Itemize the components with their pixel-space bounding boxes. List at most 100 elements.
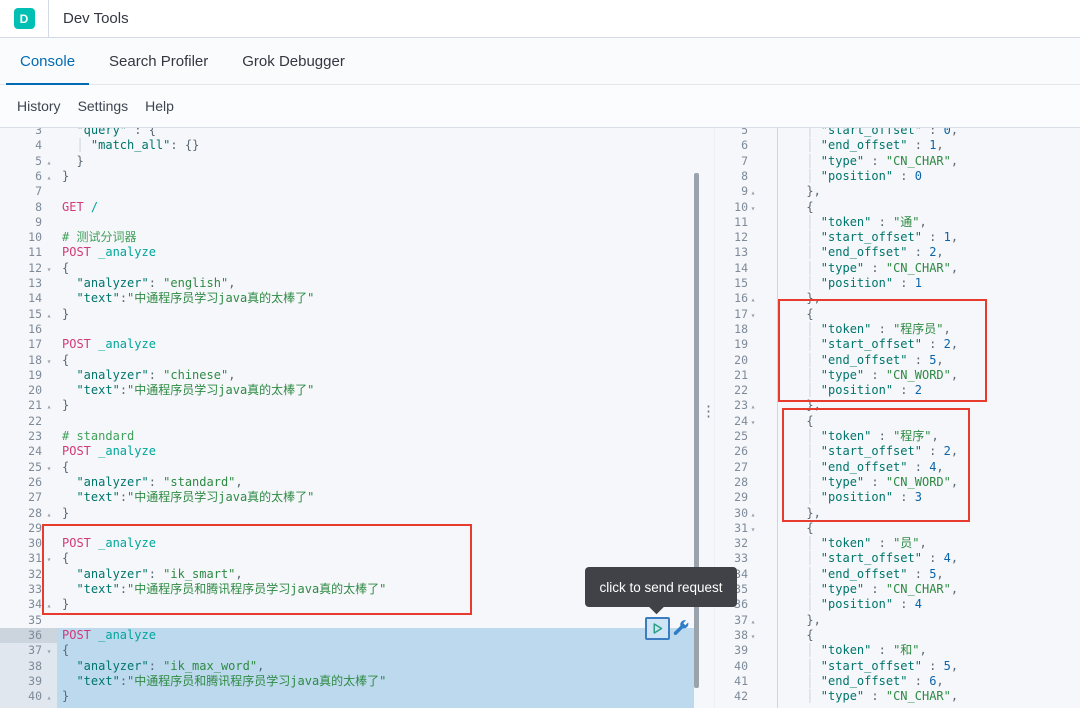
fold-toggle-icon[interactable]: ▴ <box>748 292 758 307</box>
code-line-response-9[interactable]: 9 ▴ }, <box>715 184 1080 199</box>
code-line-response-29[interactable]: 29 │ "position" : 3 <box>715 490 1080 505</box>
code-line-response-27[interactable]: 27 │ "end_offset" : 4, <box>715 460 1080 475</box>
code-line-response-18[interactable]: 18 │ "token" : "程序员", <box>715 322 1080 337</box>
response-output-panel[interactable]: 5 │ "start_offset" : 0, 6 │ "end_offset" … <box>714 128 1080 708</box>
code-line-response-35[interactable]: 35 │ "type" : "CN_CHAR", <box>715 582 1080 597</box>
fold-toggle-icon[interactable]: ▴ <box>42 170 56 185</box>
code-line-response-19[interactable]: 19 │ "start_offset" : 2, <box>715 337 1080 352</box>
send-request-button[interactable] <box>645 617 670 640</box>
code-line-response-42[interactable]: 42 │ "type" : "CN_CHAR", <box>715 689 1080 704</box>
code-line-request-10[interactable]: 10 # 测试分词器 <box>0 230 700 245</box>
request-editor-panel[interactable]: 3 "query" : {4 │ "match_all": {} 5 ▴ } 6 ▴} 7… <box>0 128 700 708</box>
code-line-response-15[interactable]: 15 │ "position" : 1 <box>715 276 1080 291</box>
code-line-request-31[interactable]: 31 ▾ { <box>0 551 700 566</box>
code-line-response-33[interactable]: 33 │ "start_offset" : 4, <box>715 551 1080 566</box>
code-line-request-3[interactable]: 3 "query" : { <box>0 128 700 138</box>
code-line-response-7[interactable]: 7 │ "type" : "CN_CHAR", <box>715 154 1080 169</box>
dev-tools-logo-icon[interactable]: D <box>13 8 35 29</box>
code-line-request-4[interactable]: 4 │ "match_all": {} <box>0 138 700 153</box>
code-line-response-24[interactable]: 24 ▾ { <box>715 414 1080 429</box>
code-line-request-13[interactable]: 13 "analyzer": "english", <box>0 276 700 291</box>
code-line-request-25[interactable]: 25 ▾ { <box>0 460 700 475</box>
fold-toggle-icon[interactable]: ▾ <box>748 201 758 216</box>
code-line-response-17[interactable]: 17 ▾ { <box>715 307 1080 322</box>
code-line-request-39[interactable]: 39 "text":"中通程序员和腾讯程序员学习java真的太棒了" <box>0 674 700 689</box>
fold-toggle-icon[interactable]: ▴ <box>42 690 56 705</box>
code-line-request-8[interactable]: 8 GET / <box>0 200 700 215</box>
code-line-request-40[interactable]: 40 ▴} <box>0 689 700 704</box>
code-line-response-36[interactable]: 36 │ "position" : 4 <box>715 597 1080 612</box>
fold-toggle-icon[interactable]: ▴ <box>42 308 56 323</box>
code-line-request-17[interactable]: 17 POST _analyze <box>0 337 700 352</box>
code-line-request-19[interactable]: 19 "analyzer": "chinese", <box>0 368 700 383</box>
tab-search-profiler[interactable]: Search Profiler <box>95 38 222 84</box>
fold-toggle-icon[interactable]: ▾ <box>748 415 758 430</box>
code-line-response-10[interactable]: 10 ▾ { <box>715 200 1080 215</box>
fold-toggle-icon[interactable]: ▾ <box>748 522 758 537</box>
code-line-response-23[interactable]: 23 ▴ }, <box>715 398 1080 413</box>
code-line-request-15[interactable]: 15 ▴} <box>0 307 700 322</box>
menu-item-history[interactable]: History <box>17 98 61 114</box>
fold-toggle-icon[interactable]: ▾ <box>42 552 56 567</box>
fold-toggle-icon[interactable]: ▾ <box>42 262 56 277</box>
code-line-response-28[interactable]: 28 │ "type" : "CN_WORD", <box>715 475 1080 490</box>
code-line-response-30[interactable]: 30 ▴ }, <box>715 506 1080 521</box>
editor-scrollbar[interactable] <box>694 173 699 688</box>
tab-console[interactable]: Console <box>6 38 90 85</box>
code-line-request-37[interactable]: 37 ▾ { <box>0 643 700 658</box>
code-line-request-38[interactable]: 38 "analyzer": "ik_max_word", <box>0 659 700 674</box>
panel-splitter[interactable]: ⋮ <box>699 128 716 708</box>
code-line-response-14[interactable]: 14 │ "type" : "CN_CHAR", <box>715 261 1080 276</box>
code-line-request-14[interactable]: 14 "text":"中通程序员学习java真的太棒了" <box>0 291 700 306</box>
code-line-response-5[interactable]: 5 │ "start_offset" : 0, <box>715 128 1080 138</box>
logo-container[interactable]: D <box>0 0 49 37</box>
request-options-button[interactable] <box>672 619 691 638</box>
menu-item-settings[interactable]: Settings <box>78 98 129 114</box>
code-line-request-5[interactable]: 5 ▴ } <box>0 154 700 169</box>
fold-toggle-icon[interactable]: ▴ <box>42 155 56 170</box>
code-line-request-18[interactable]: 18 ▾ { <box>0 353 700 368</box>
fold-toggle-icon[interactable]: ▾ <box>42 644 56 659</box>
code-line-response-38[interactable]: 38 ▾ { <box>715 628 1080 643</box>
fold-toggle-icon[interactable]: ▴ <box>42 399 56 414</box>
code-line-response-41[interactable]: 41 │ "end_offset" : 6, <box>715 674 1080 689</box>
code-line-request-35[interactable]: 35 <box>0 613 700 628</box>
code-line-request-29[interactable]: 29 <box>0 521 700 536</box>
code-line-request-23[interactable]: 23 # standard <box>0 429 700 444</box>
code-line-response-22[interactable]: 22 │ "position" : 2 <box>715 383 1080 398</box>
code-line-response-6[interactable]: 6 │ "end_offset" : 1, <box>715 138 1080 153</box>
menu-item-help[interactable]: Help <box>145 98 174 114</box>
code-line-request-9[interactable]: 9 <box>0 215 700 230</box>
code-line-request-36[interactable]: 36 POST _analyze <box>0 628 700 643</box>
code-line-response-26[interactable]: 26 │ "start_offset" : 2, <box>715 444 1080 459</box>
code-line-response-32[interactable]: 32 │ "token" : "员", <box>715 536 1080 551</box>
fold-toggle-icon[interactable]: ▾ <box>748 308 758 323</box>
tab-grok-debugger[interactable]: Grok Debugger <box>228 38 359 84</box>
code-line-response-37[interactable]: 37 ▴ }, <box>715 613 1080 628</box>
code-line-request-11[interactable]: 11 POST _analyze <box>0 245 700 260</box>
code-line-response-34[interactable]: 34 │ "end_offset" : 5, <box>715 567 1080 582</box>
fold-toggle-icon[interactable]: ▴ <box>42 507 56 522</box>
code-line-request-12[interactable]: 12 ▾ { <box>0 261 700 276</box>
fold-toggle-icon[interactable]: ▾ <box>42 354 56 369</box>
code-line-response-16[interactable]: 16 ▴ }, <box>715 291 1080 306</box>
code-line-response-12[interactable]: 12 │ "start_offset" : 1, <box>715 230 1080 245</box>
code-line-request-16[interactable]: 16 <box>0 322 700 337</box>
code-line-response-31[interactable]: 31 ▾ { <box>715 521 1080 536</box>
code-line-request-24[interactable]: 24 POST _analyze <box>0 444 700 459</box>
code-line-response-21[interactable]: 21 │ "type" : "CN_WORD", <box>715 368 1080 383</box>
fold-toggle-icon[interactable]: ▾ <box>42 461 56 476</box>
code-line-response-8[interactable]: 8 │ "position" : 0 <box>715 169 1080 184</box>
code-line-response-13[interactable]: 13 │ "end_offset" : 2, <box>715 245 1080 260</box>
code-line-request-7[interactable]: 7 <box>0 184 700 199</box>
code-line-response-40[interactable]: 40 │ "start_offset" : 5, <box>715 659 1080 674</box>
code-line-request-20[interactable]: 20 "text":"中通程序员学习java真的太棒了" <box>0 383 700 398</box>
code-line-request-30[interactable]: 30 POST _analyze <box>0 536 700 551</box>
code-line-response-20[interactable]: 20 │ "end_offset" : 5, <box>715 353 1080 368</box>
code-line-response-39[interactable]: 39 │ "token" : "和", <box>715 643 1080 658</box>
fold-toggle-icon[interactable]: ▴ <box>42 598 56 613</box>
code-line-response-11[interactable]: 11 │ "token" : "通", <box>715 215 1080 230</box>
code-line-request-27[interactable]: 27 "text":"中通程序员学习java真的太棒了" <box>0 490 700 505</box>
fold-toggle-icon[interactable]: ▴ <box>748 399 758 414</box>
fold-toggle-icon[interactable]: ▴ <box>748 507 758 522</box>
